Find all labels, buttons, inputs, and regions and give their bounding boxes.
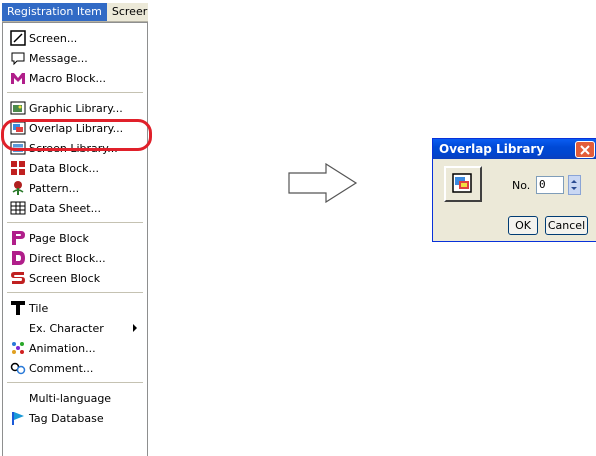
screen-block-icon bbox=[10, 270, 26, 286]
overlap-library-dialog: Overlap Library No. 0 OK Cancel bbox=[432, 138, 596, 242]
menu-item-label: Direct Block... bbox=[29, 251, 106, 265]
screen-icon bbox=[10, 30, 26, 46]
menu-item-screen-block[interactable]: Screen Block bbox=[3, 268, 147, 288]
menu-item-ex-character[interactable]: Ex. Character bbox=[3, 318, 147, 338]
menu-item-label: Page Block bbox=[29, 231, 89, 245]
menu-item-graphic-library[interactable]: Graphic Library... bbox=[3, 98, 147, 118]
close-icon bbox=[580, 144, 590, 155]
menu-item-label: Ex. Character bbox=[29, 321, 104, 335]
menu-item-label: Data Sheet... bbox=[29, 201, 102, 215]
menu-item-label: Tile bbox=[29, 301, 49, 315]
menu-item-label: Comment... bbox=[29, 361, 94, 375]
overlap-library-icon bbox=[452, 173, 472, 193]
menu-separator bbox=[7, 382, 143, 383]
menu-item-macro-block[interactable]: Macro Block... bbox=[3, 68, 147, 88]
number-input[interactable]: 0 bbox=[536, 176, 564, 194]
menu-item-page-block[interactable]: Page Block bbox=[3, 228, 147, 248]
menu-item-label: Screen Block bbox=[29, 271, 101, 285]
comment-icon bbox=[10, 360, 26, 376]
tile-icon bbox=[10, 300, 26, 316]
message-icon bbox=[10, 50, 26, 66]
animation-icon bbox=[10, 340, 26, 356]
number-spinner[interactable] bbox=[568, 175, 581, 195]
menu-item-label: Screen... bbox=[29, 31, 78, 45]
menu-item-direct-block[interactable]: Direct Block... bbox=[3, 248, 147, 268]
menu-item-pattern[interactable]: Pattern... bbox=[3, 178, 147, 198]
ok-button[interactable]: OK bbox=[508, 216, 538, 235]
menu-item-label: Multi-language bbox=[29, 391, 112, 405]
page-block-icon bbox=[10, 230, 26, 246]
overlap-library-highlight bbox=[1, 119, 152, 151]
data-sheet-icon bbox=[10, 200, 26, 216]
overlap-library-icon-button[interactable] bbox=[444, 166, 482, 202]
macro-block-icon bbox=[10, 70, 26, 86]
registration-item-dropdown: Screen... Message... Macro Block... Grap… bbox=[2, 22, 148, 456]
submenu-arrow-icon bbox=[133, 324, 137, 332]
menu-item-label: Animation... bbox=[29, 341, 96, 355]
spin-down-icon[interactable] bbox=[571, 187, 577, 190]
menu-item-label: Tag Database bbox=[29, 411, 104, 425]
menu-item-animation[interactable]: Animation... bbox=[3, 338, 147, 358]
menu-screen[interactable]: Screer bbox=[107, 3, 148, 21]
no-label: No. bbox=[512, 179, 531, 192]
menu-item-data-block[interactable]: Data Block... bbox=[3, 158, 147, 178]
cancel-button[interactable]: Cancel bbox=[545, 216, 588, 235]
pattern-icon bbox=[10, 180, 26, 196]
menu-separator bbox=[7, 222, 143, 223]
graphic-library-icon bbox=[10, 100, 26, 116]
menu-item-label: Macro Block... bbox=[29, 71, 107, 85]
menu-item-label: Data Block... bbox=[29, 161, 100, 175]
spin-up-icon[interactable] bbox=[571, 180, 577, 183]
menu-item-label: Pattern... bbox=[29, 181, 80, 195]
menu-item-multi-language[interactable]: Multi-language bbox=[3, 388, 147, 408]
menu-bar: Registration Item Screer bbox=[2, 3, 148, 22]
menu-item-screen[interactable]: Screen... bbox=[3, 28, 147, 48]
dialog-title: Overlap Library bbox=[433, 139, 596, 159]
menu-item-data-sheet[interactable]: Data Sheet... bbox=[3, 198, 147, 218]
close-button[interactable] bbox=[575, 141, 595, 158]
tag-database-icon bbox=[10, 410, 26, 426]
direct-block-icon bbox=[10, 250, 26, 266]
menu-item-label: Message... bbox=[29, 51, 88, 65]
menu-item-message[interactable]: Message... bbox=[3, 48, 147, 68]
menu-registration-item[interactable]: Registration Item bbox=[2, 3, 107, 21]
menu-separator bbox=[7, 292, 143, 293]
menu-separator bbox=[7, 92, 143, 93]
menu-item-tag-database[interactable]: Tag Database bbox=[3, 408, 147, 428]
menu-item-comment[interactable]: Comment... bbox=[3, 358, 147, 378]
right-arrow-icon bbox=[288, 163, 358, 203]
menu-item-label: Graphic Library... bbox=[29, 101, 123, 115]
menu-item-tile[interactable]: Tile bbox=[3, 298, 147, 318]
data-block-icon bbox=[10, 160, 26, 176]
